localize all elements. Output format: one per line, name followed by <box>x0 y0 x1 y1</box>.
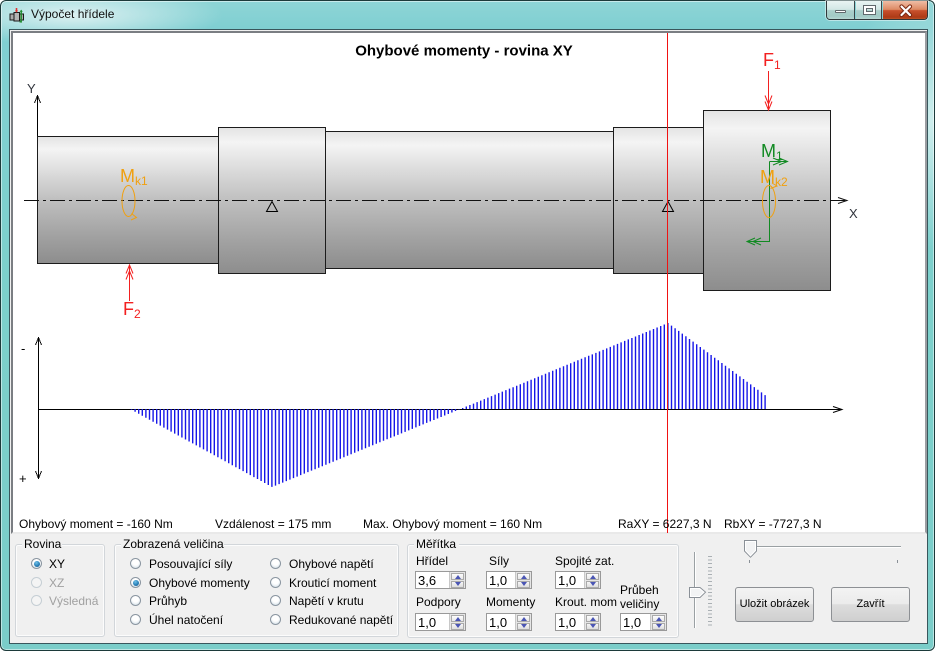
svg-text:RbXY = -7727,3 N: RbXY = -7727,3 N <box>724 517 822 531</box>
svg-text:Ohybové momenty - rovina XY: Ohybové momenty - rovina XY <box>355 43 573 60</box>
svg-text:F1: F1 <box>763 50 781 72</box>
svg-text:+: + <box>19 471 27 486</box>
svg-text:F2: F2 <box>123 299 141 321</box>
svg-text:X: X <box>849 206 858 221</box>
svg-text:Vzdálenost = 175 mm: Vzdálenost = 175 mm <box>215 517 331 531</box>
svg-text:RaXY = 6227,3 N: RaXY = 6227,3 N <box>618 517 712 531</box>
svg-text:Y: Y <box>27 81 36 96</box>
svg-text:Max. Ohybový moment = 160 Nm: Max. Ohybový moment = 160 Nm <box>363 517 542 531</box>
svg-text:Ohybový moment = -160 Nm: Ohybový moment = -160 Nm <box>19 517 173 531</box>
svg-text:-: - <box>21 341 25 356</box>
